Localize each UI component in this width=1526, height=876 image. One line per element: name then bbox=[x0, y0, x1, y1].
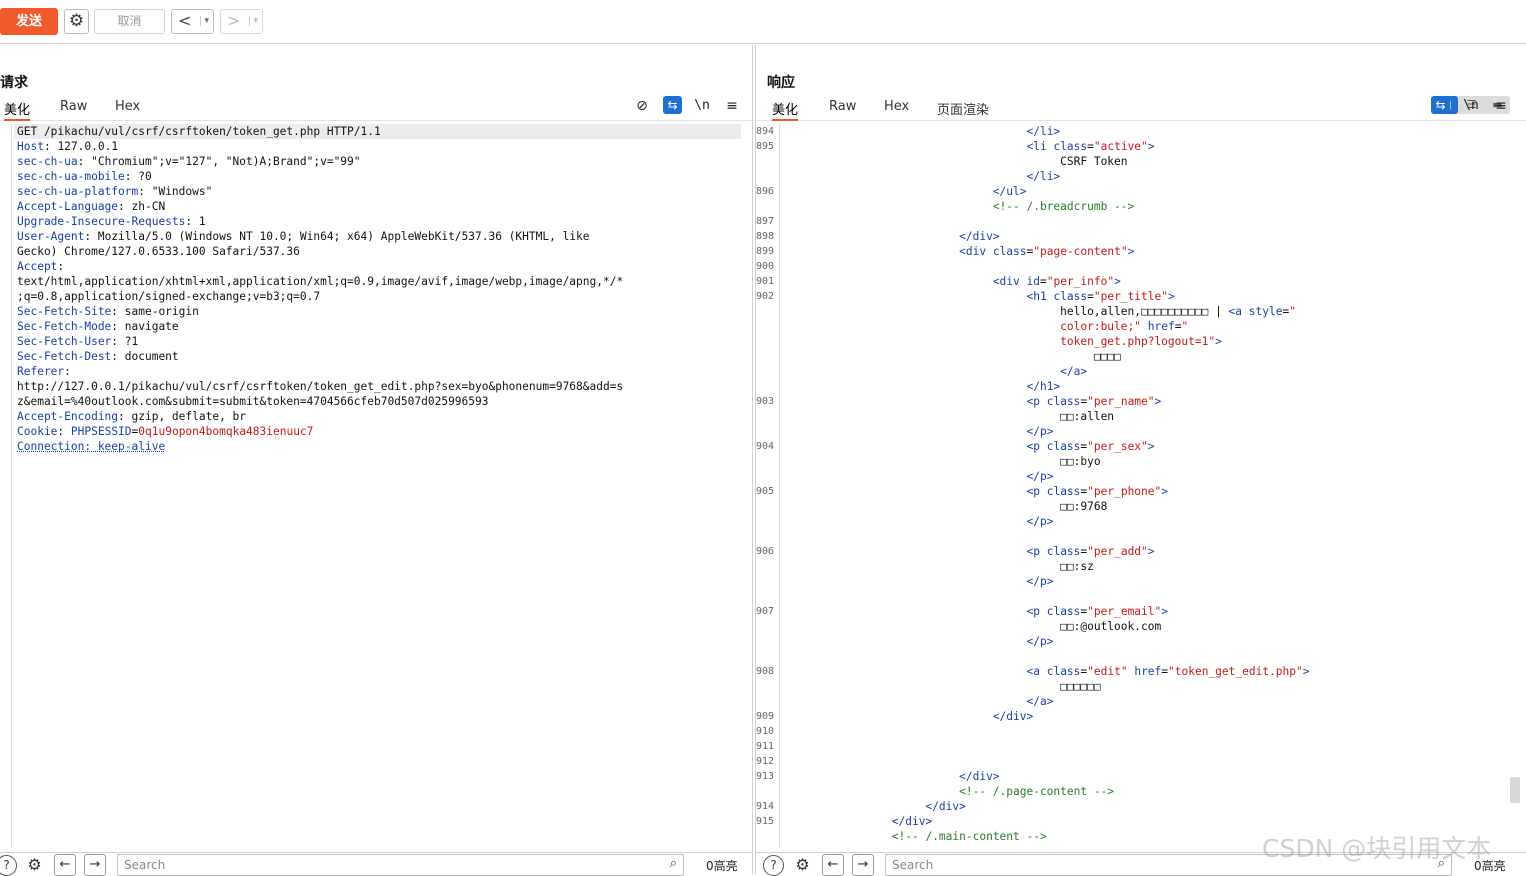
tab-render[interactable]: 页面渲染 bbox=[937, 99, 989, 121]
search-icon: ⌕ bbox=[669, 856, 677, 871]
request-search-input[interactable]: Search ⌕ bbox=[117, 854, 684, 876]
request-line: GET /pikachu/vul/csrf/csrftoken/token_ge… bbox=[17, 125, 381, 138]
request-title: 请求 bbox=[0, 75, 28, 91]
tab-hex[interactable]: Hex bbox=[884, 99, 909, 121]
wrap-lines-icon[interactable]: ⇆ bbox=[663, 96, 682, 114]
settings-gear-icon[interactable]: ⚙ bbox=[64, 9, 89, 34]
response-panel: ▮▮ ☰ ▬ 响应 美化 Raw Hex 页面渲染 ⇆ \n ≡ 894 895… bbox=[755, 45, 1526, 876]
tab-pretty[interactable]: 美化 bbox=[772, 99, 799, 121]
tab-pretty[interactable]: 美化 bbox=[4, 99, 31, 121]
prev-match-arrow-icon[interactable]: ← bbox=[54, 854, 76, 876]
wrap-lines-icon[interactable]: ⇆ bbox=[1431, 96, 1450, 114]
send-button[interactable]: 发送 bbox=[0, 8, 58, 35]
request-line-gutter bbox=[0, 124, 12, 847]
watermark: CSDN @块引用文本 bbox=[1262, 834, 1492, 863]
response-title: 响应 bbox=[767, 75, 795, 91]
tab-hex[interactable]: Hex bbox=[115, 99, 140, 121]
search-settings-gear-icon[interactable]: ⚙ bbox=[24, 855, 45, 876]
hide-eye-icon[interactable]: ⊘ bbox=[632, 96, 652, 116]
back-button[interactable]: < ▾ bbox=[171, 9, 214, 34]
response-scrollbar-thumb[interactable] bbox=[1510, 777, 1520, 803]
prev-match-arrow-icon[interactable]: ← bbox=[822, 854, 844, 876]
next-match-arrow-icon[interactable]: → bbox=[852, 854, 874, 876]
forward-button[interactable]: > ▾ bbox=[220, 9, 263, 34]
newline-toggle-icon[interactable]: \n bbox=[1461, 96, 1481, 116]
forward-arrow-icon: > bbox=[227, 11, 241, 30]
request-panel: 请求 美化 Raw Hex ⊘ ⇆ \n ≡ GET /pikachu/vul/… bbox=[0, 45, 753, 876]
help-icon[interactable]: ? bbox=[763, 855, 784, 876]
back-arrow-icon: < bbox=[178, 11, 192, 30]
help-icon[interactable]: ? bbox=[0, 855, 17, 876]
highlight-count: 0高亮 bbox=[706, 859, 738, 873]
response-line-gutter: 894 895 896 897 898 899 900 901 902 903 … bbox=[756, 124, 780, 847]
menu-icon[interactable]: ≡ bbox=[722, 96, 742, 116]
response-tabs: 美化 Raw Hex 页面渲染 bbox=[756, 97, 1526, 121]
request-editor[interactable]: GET /pikachu/vul/csrf/csrftoken/token_ge… bbox=[17, 124, 623, 454]
search-settings-gear-icon[interactable]: ⚙ bbox=[792, 855, 813, 876]
back-dropdown-icon[interactable]: ▾ bbox=[200, 16, 209, 26]
menu-icon[interactable]: ≡ bbox=[1491, 96, 1511, 116]
newline-toggle-icon[interactable]: \n bbox=[692, 96, 712, 116]
top-toolbar: 发送 ⚙ 取消 < ▾ > ▾ bbox=[0, 0, 1526, 44]
tab-raw[interactable]: Raw bbox=[829, 99, 856, 121]
forward-dropdown-icon[interactable]: ▾ bbox=[249, 16, 258, 26]
request-search-bar: ? ⚙ ← → Search ⌕ 0高亮 bbox=[0, 852, 752, 876]
host-value: 127.0.0.1 bbox=[57, 140, 119, 153]
cancel-button[interactable]: 取消 bbox=[94, 9, 165, 34]
next-match-arrow-icon[interactable]: → bbox=[84, 854, 106, 876]
response-editor[interactable]: </li> <li class="active"> CSRF Token </l… bbox=[784, 124, 1310, 844]
tab-raw[interactable]: Raw bbox=[60, 99, 87, 121]
